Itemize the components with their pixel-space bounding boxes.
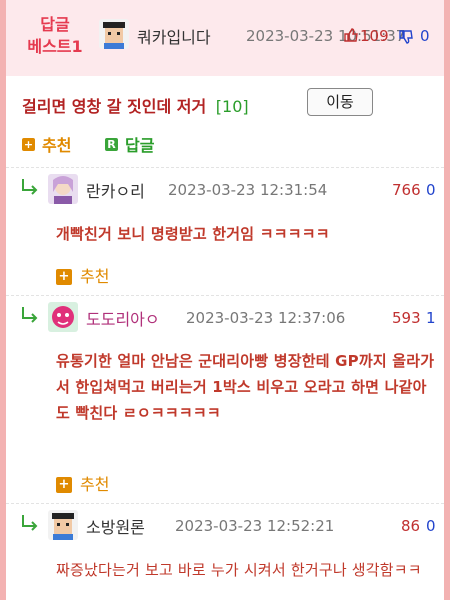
recommend-button[interactable]: 추천 [80,471,109,495]
comment-text: 개빡친거 보니 명령받고 한거임 ㅋㅋㅋㅋㅋ [56,225,330,243]
comment-count: [10] [215,97,249,116]
plus-icon: + [22,138,35,151]
move-button[interactable]: 이동 [307,88,373,116]
comment-date: 2023-03-23 12:37:06 [186,309,346,327]
reply-icon: R [105,138,118,151]
comment-up-count: 86 [401,517,421,535]
recommend-button[interactable]: 추천 [80,263,109,287]
comment-date: 2023-03-23 12:52:21 [175,517,335,535]
thumbs-down-icon[interactable] [398,29,414,49]
divider [6,295,444,296]
avatar[interactable] [48,302,78,332]
recommend-button[interactable]: 추천 [42,132,71,156]
best-reply-header: 답글 베스트1 쿼카입니다 2023-03-23 10:51:37 109 0 [6,0,444,76]
comment-nickname[interactable]: 도도리아ㅇ [86,306,160,330]
comment-up-count: 593 [392,309,421,327]
divider [6,503,444,504]
thumbs-up-icon[interactable] [343,27,359,47]
reply-arrow-icon [20,306,40,328]
comment-date: 2023-03-23 12:31:54 [168,181,328,199]
avatar[interactable] [99,19,129,49]
best-label-line1: 답글 [40,15,70,34]
reply-arrow-icon [20,514,40,536]
comment-nickname[interactable]: 소방원론 [86,514,145,538]
comment-down-count: 0 [426,181,436,199]
plus-icon: + [56,269,72,285]
best-up-count: 109 [360,27,389,45]
comment-text: 유통기한 얼마 안남은 군대리아빵 병장한테 GP까지 올라가서 한입쳐먹고 버… [56,352,435,422]
post-title-text: 걸리면 영창 갈 짓인데 저거 [22,97,207,116]
best-reply-badge: 답글 베스트1 [20,14,90,58]
divider [6,167,444,168]
plus-icon: + [56,477,72,493]
post-title[interactable]: 걸리면 영창 갈 짓인데 저거 [10] [22,93,249,117]
avatar[interactable] [48,174,78,204]
reply-arrow-icon [20,178,40,200]
best-label-line2: 베스트1 [27,37,83,56]
comment-up-count: 766 [392,181,421,199]
comment-nickname[interactable]: 란카ㅇ리 [86,178,145,202]
avatar[interactable] [48,510,78,540]
comment-down-count: 0 [426,517,436,535]
best-nickname[interactable]: 쿼카입니다 [137,24,211,48]
reply-button[interactable]: 답글 [125,132,154,156]
comment-down-count: 1 [426,309,436,327]
best-down-count: 0 [420,27,430,45]
comment-text: 짜증났다는거 보고 바로 누가 시켜서 한거구나 생각함ㅋㅋ [56,561,422,579]
